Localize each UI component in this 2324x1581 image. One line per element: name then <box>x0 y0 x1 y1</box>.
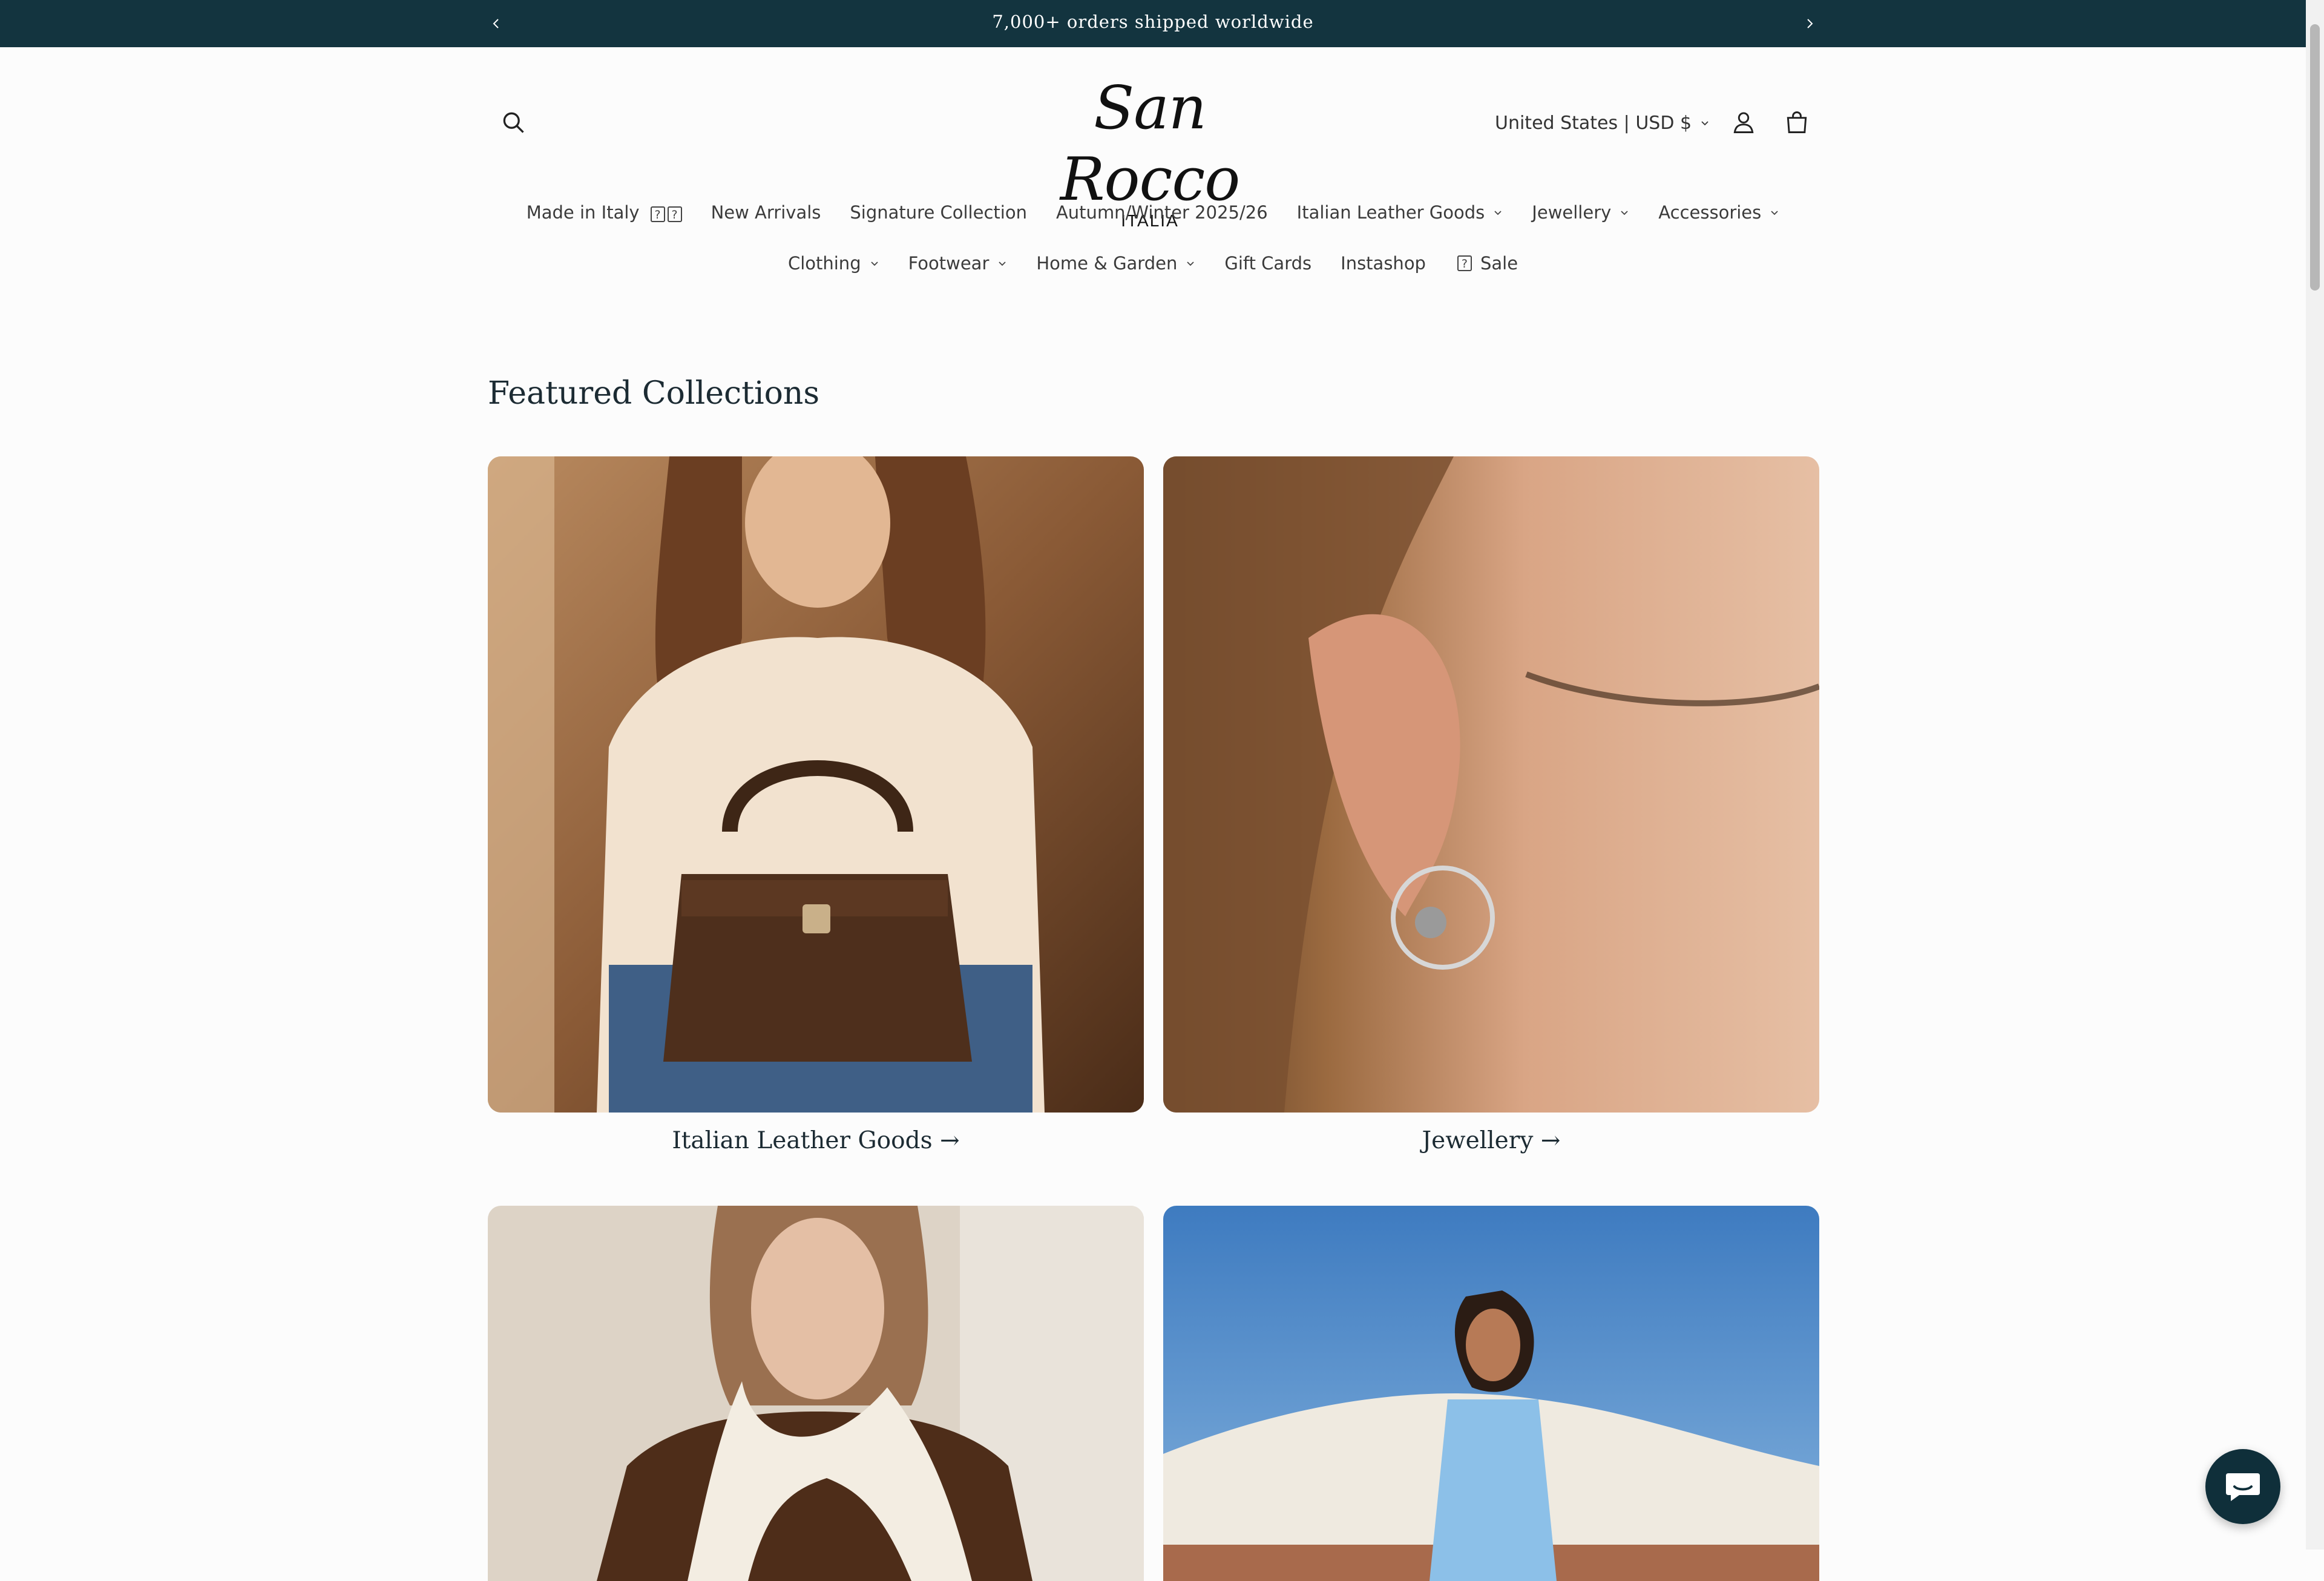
nav-label: Accessories <box>1658 202 1762 223</box>
nav-label: Footwear <box>908 253 990 274</box>
cart-icon <box>1787 111 1807 133</box>
nav-label: Instashop <box>1341 253 1426 274</box>
chevron-down-icon <box>1187 261 1194 266</box>
search-button[interactable] <box>486 95 540 150</box>
nav-accessories[interactable]: Accessories <box>1658 202 1779 223</box>
nav-label: Home & Garden <box>1036 253 1178 274</box>
chevron-down-icon <box>999 261 1006 266</box>
nav-label: Gift Cards <box>1224 253 1312 274</box>
nav-home-garden[interactable]: Home & Garden <box>1036 253 1195 274</box>
logo-script-text: San Rocco <box>1060 74 1241 214</box>
cart-button[interactable] <box>1770 95 1824 150</box>
chevron-down-icon <box>1621 211 1628 215</box>
collection-label: Italian Leather Goods <box>672 1127 933 1154</box>
collection-image-jewellery[interactable] <box>1163 456 1819 1113</box>
nav-sale[interactable]: ? Sale <box>1455 253 1518 274</box>
account-button[interactable] <box>1716 95 1771 150</box>
account-icon <box>1733 112 1754 133</box>
nav-autumn-winter[interactable]: Autumn/Winter 2025/26 <box>1056 202 1268 223</box>
nav-label: Signature Collection <box>850 202 1027 223</box>
flag-emoji-placeholder: ?? <box>648 202 682 223</box>
chat-button[interactable] <box>2205 1449 2280 1524</box>
collection-link-jewellery[interactable]: Jewellery → <box>1163 1127 1819 1154</box>
beach-photo <box>1163 1206 1819 1581</box>
chevron-down-icon <box>1494 211 1502 215</box>
nav-label: Made in Italy <box>526 202 640 223</box>
chevron-right-icon <box>1807 19 1813 28</box>
announcement-bar: 7,000+ orders shipped worldwide <box>0 0 2306 47</box>
nav-jewellery[interactable]: Jewellery <box>1532 202 1629 223</box>
main-nav-row-1: Made in Italy ?? New Arrivals Signature … <box>0 197 2306 228</box>
nav-italian-leather-goods[interactable]: Italian Leather Goods <box>1297 202 1503 223</box>
chevron-down-icon <box>870 261 878 266</box>
locale-label: United States | USD $ <box>1495 112 1692 134</box>
brand-logo[interactable]: San Rocco ITALIA <box>1029 73 1271 230</box>
scrollbar-thumb[interactable] <box>2310 24 2320 291</box>
chevron-down-icon <box>1771 211 1778 215</box>
nav-made-in-italy[interactable]: Made in Italy ?? <box>527 202 682 223</box>
nav-label: Sale <box>1480 253 1518 274</box>
nav-new-arrivals[interactable]: New Arrivals <box>711 202 821 223</box>
collection-image-clothing[interactable] <box>1163 1206 1819 1581</box>
leather-bag-photo <box>488 456 1144 1113</box>
featured-collections-title: Featured Collections <box>488 375 820 412</box>
collection-label: Jewellery <box>1422 1127 1534 1154</box>
main-nav-row-2: Clothing Footwear Home & Garden Gift Car… <box>0 248 2306 278</box>
earring-photo <box>1163 456 1819 1113</box>
nav-signature-collection[interactable]: Signature Collection <box>850 202 1027 223</box>
announcement-message: 7,000+ orders shipped worldwide <box>992 12 1314 32</box>
nav-clothing[interactable]: Clothing <box>788 253 879 274</box>
country-currency-selector[interactable]: United States | USD $ <box>1495 106 1710 140</box>
chevron-down-icon <box>1701 121 1709 126</box>
nav-footwear[interactable]: Footwear <box>908 253 1008 274</box>
scarf-photo <box>488 1206 1144 1581</box>
chat-bubble-icon <box>2226 1473 2260 1501</box>
collection-link-leather-goods[interactable]: Italian Leather Goods → <box>488 1127 1144 1154</box>
collection-image-leather-goods[interactable] <box>488 456 1144 1113</box>
sale-emoji-placeholder: ? <box>1457 255 1472 271</box>
nav-gift-cards[interactable]: Gift Cards <box>1224 253 1311 274</box>
nav-label: Italian Leather Goods <box>1296 202 1485 223</box>
page-scrollbar[interactable] <box>2306 0 2324 1550</box>
nav-label: New Arrivals <box>711 202 821 223</box>
nav-label: Clothing <box>787 253 861 274</box>
arrow-right-icon: → <box>1540 1127 1561 1154</box>
search-icon <box>503 112 524 133</box>
nav-instashop[interactable]: Instashop <box>1341 253 1426 274</box>
nav-label: Jewellery <box>1532 202 1612 223</box>
announcement-next-button[interactable] <box>1797 12 1822 36</box>
collection-image-accessories[interactable] <box>488 1206 1144 1581</box>
nav-label: Autumn/Winter 2025/26 <box>1055 202 1268 223</box>
arrow-right-icon: → <box>940 1127 960 1154</box>
